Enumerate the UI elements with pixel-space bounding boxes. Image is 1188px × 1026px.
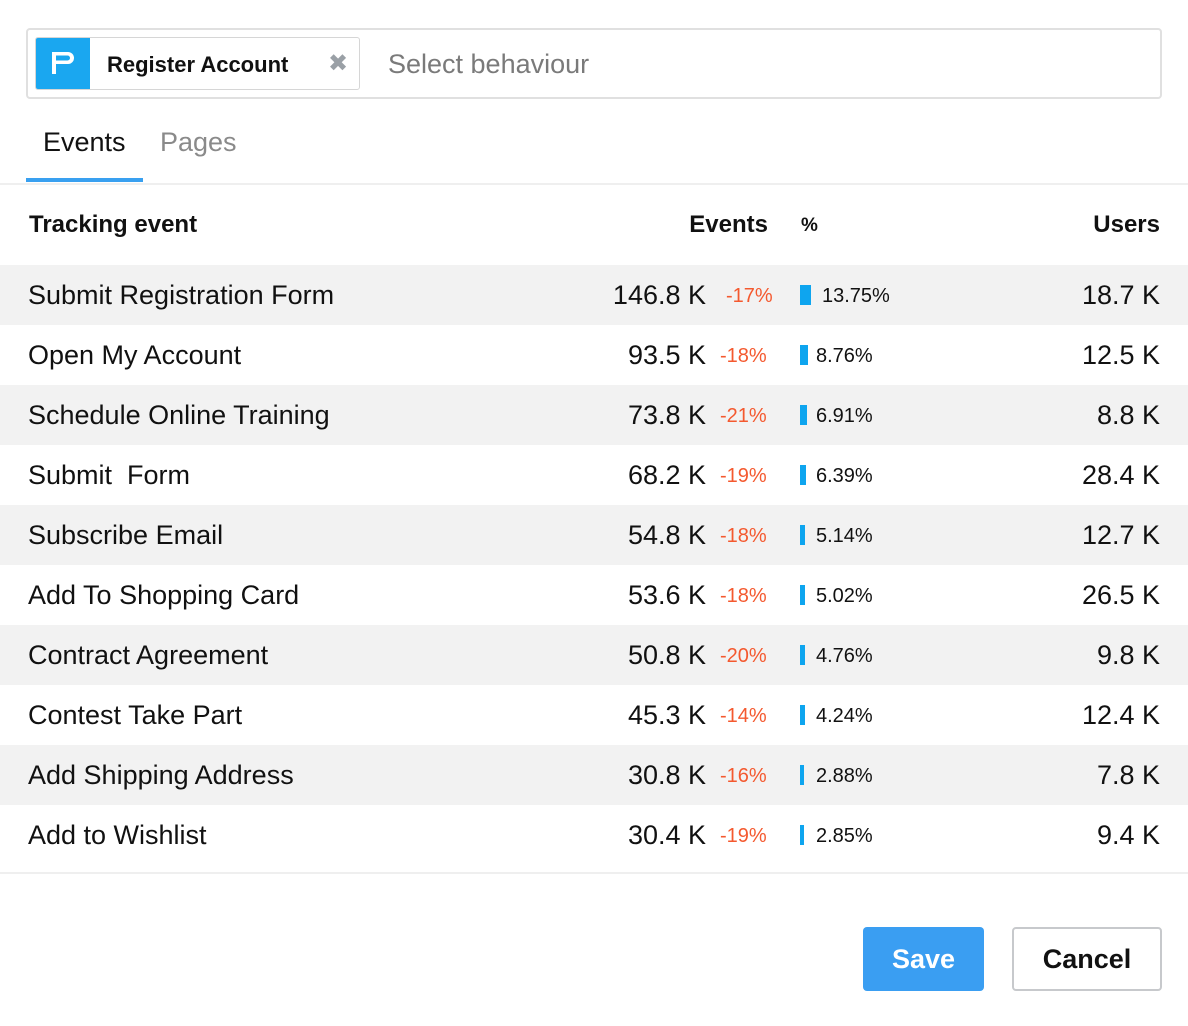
save-button[interactable]: Save [863,927,984,991]
change-percent: -16% [720,765,767,787]
share-bar [800,765,804,785]
event-count: 73.8 K [627,400,706,430]
share-bar [800,465,806,485]
event-name: Add to Wishlist [28,820,207,850]
share-percent: 8.76% [816,345,873,367]
event-name: Add Shipping Address [28,760,294,790]
tab-bar: Events Pages [0,110,1188,185]
event-count: 93.5 K [627,340,706,370]
change-percent: -18% [720,345,767,367]
share-percent: 4.24% [816,705,873,727]
event-name: Contract Agreement [28,640,269,670]
share-percent: 2.88% [816,765,873,787]
events-table-body: Submit Registration Form 146.8 K -17% 13… [0,265,1188,865]
user-count: 28.4 K [1081,460,1160,490]
user-count: 12.4 K [1081,700,1160,730]
event-count: 54.8 K [627,520,706,550]
table-row[interactable]: Contract Agreement 50.8 K -20% 4.76% 9.8… [0,625,1188,685]
select-behaviour-input[interactable] [388,40,1128,88]
user-count: 9.4 K [1096,820,1160,850]
user-count: 9.8 K [1096,640,1160,670]
share-percent: 6.91% [816,405,873,427]
table-row[interactable]: Subscribe Email 54.8 K -18% 5.14% 12.7 K [0,505,1188,565]
event-name: Contest Take Part [28,700,243,730]
share-percent: 4.76% [816,645,873,667]
share-bar [800,825,804,845]
share-bar [800,285,811,305]
share-percent: 5.02% [816,585,873,607]
event-count: 30.8 K [627,760,706,790]
table-row[interactable]: Add To Shopping Card 53.6 K -18% 5.02% 2… [0,565,1188,625]
header-percent[interactable]: % [801,215,818,237]
table-divider [0,872,1188,874]
user-count: 18.7 K [1081,280,1160,310]
event-count: 50.8 K [627,640,706,670]
active-tab-indicator [26,178,143,182]
event-count: 53.6 K [627,580,706,610]
table-row[interactable]: Open My Account 93.5 K -18% 8.76% 12.5 K [0,325,1188,385]
share-bar [800,705,805,725]
share-bar [800,525,805,545]
table-row[interactable]: Add Shipping Address 30.8 K -16% 2.88% 7… [0,745,1188,805]
selected-chip-register-account[interactable]: Register Account ✖ [35,37,360,90]
user-count: 12.5 K [1081,340,1160,370]
event-count: 30.4 K [627,820,706,850]
change-percent: -19% [720,465,767,487]
event-name: Open My Account [28,340,242,370]
user-count: 8.8 K [1096,400,1160,430]
share-percent: 13.75% [822,285,890,307]
event-name: Submit Registration Form [28,280,335,310]
event-count: 45.3 K [627,700,706,730]
change-percent: -21% [720,405,767,427]
header-users[interactable]: Users [1093,211,1160,239]
header-tracking-event[interactable]: Tracking event [29,211,197,239]
share-percent: 6.39% [816,465,873,487]
share-bar [800,645,805,665]
share-percent: 2.85% [816,825,873,847]
header-events[interactable]: Events [689,211,768,239]
table-row[interactable]: Contest Take Part 45.3 K -14% 4.24% 12.4… [0,685,1188,745]
user-count: 12.7 K [1081,520,1160,550]
event-name: Add To Shopping Card [28,580,300,610]
share-bar [800,405,807,425]
close-icon[interactable]: ✖ [326,50,350,78]
change-percent: -19% [720,825,767,847]
chip-label: Register Account [107,52,289,77]
tab-events[interactable]: Events [43,127,126,158]
event-name: Submit Form [28,460,191,490]
event-name: Subscribe Email [28,520,224,550]
share-percent: 5.14% [816,525,873,547]
share-bar [800,345,808,365]
change-percent: -18% [720,585,767,607]
user-count: 26.5 K [1081,580,1160,610]
share-bar [800,585,805,605]
cancel-button[interactable]: Cancel [1012,927,1162,991]
change-percent: -20% [720,645,767,667]
change-percent: -14% [720,705,767,727]
event-name: Schedule Online Training [28,400,330,430]
table-row[interactable]: Schedule Online Training 73.8 K -21% 6.9… [0,385,1188,445]
change-percent: -18% [720,525,767,547]
event-count: 146.8 K [612,280,706,310]
table-row[interactable]: Submit Registration Form 146.8 K -17% 13… [0,265,1188,325]
flag-icon [36,38,90,89]
table-header: Tracking event Events % Users [0,200,1188,260]
change-percent: -17% [726,285,773,307]
event-count: 68.2 K [627,460,706,490]
table-row[interactable]: Submit Form 68.2 K -19% 6.39% 28.4 K [0,445,1188,505]
user-count: 7.8 K [1096,760,1160,790]
table-row[interactable]: Add to Wishlist 30.4 K -19% 2.85% 9.4 K [0,805,1188,865]
tab-pages[interactable]: Pages [160,127,237,158]
behaviour-selector[interactable]: Register Account ✖ [26,28,1162,99]
